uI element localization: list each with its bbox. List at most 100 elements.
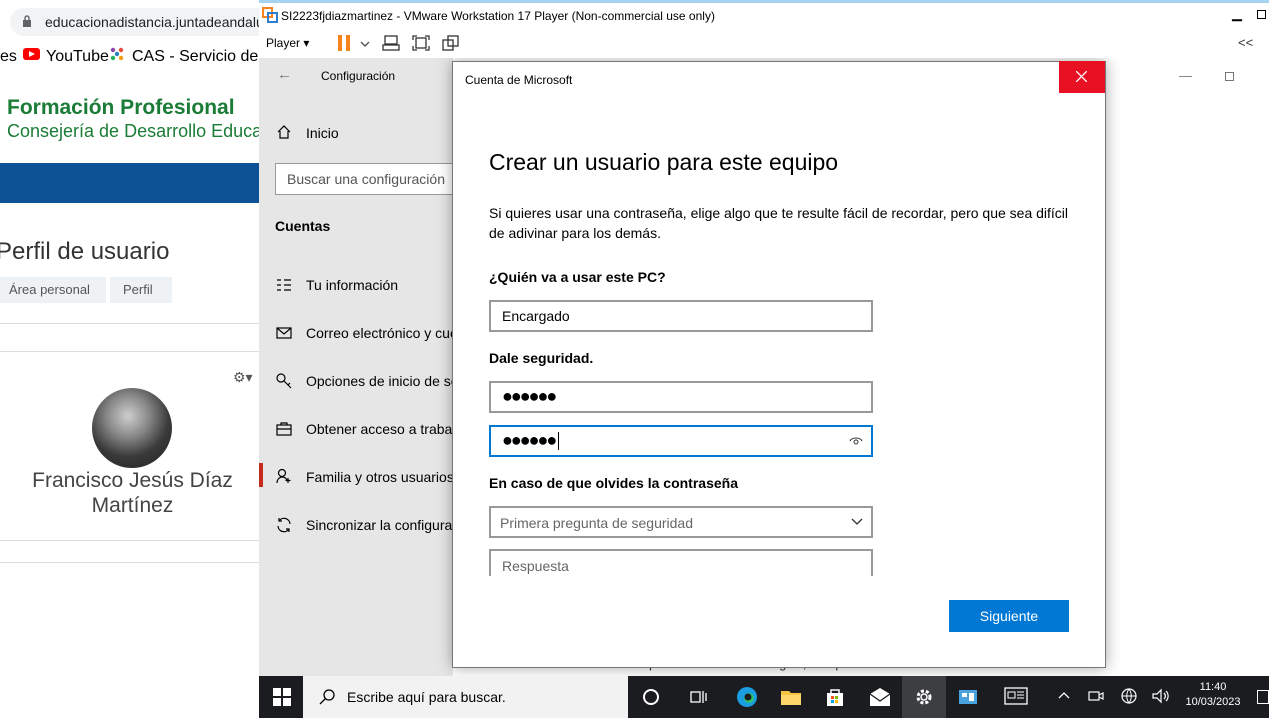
clock[interactable]: 11:40 10/03/2023 bbox=[1183, 680, 1243, 710]
search-icon bbox=[319, 689, 335, 705]
chevron-up-icon[interactable] bbox=[1058, 690, 1070, 700]
settings-gear-icon[interactable]: ⚙▾ bbox=[233, 369, 253, 386]
breadcrumb-item[interactable]: Área personal bbox=[0, 277, 106, 303]
explorer-app[interactable] bbox=[769, 676, 813, 718]
breadcrumb-item[interactable]: Perfil bbox=[110, 277, 172, 303]
username-value: Encargado bbox=[502, 308, 570, 324]
task-view-icon bbox=[690, 691, 707, 703]
unity-icon[interactable] bbox=[442, 35, 460, 51]
store-app[interactable] bbox=[813, 676, 857, 718]
page-title: Perfil de usuario bbox=[0, 238, 170, 265]
settings-minimize-button[interactable]: — bbox=[1179, 68, 1192, 83]
clock-date: 10/03/2023 bbox=[1185, 696, 1241, 708]
next-button[interactable]: Siguiente bbox=[949, 600, 1069, 632]
settings-app[interactable] bbox=[902, 676, 946, 718]
dialog-heading: Crear un usuario para este equipo bbox=[489, 149, 839, 175]
divider bbox=[0, 323, 259, 324]
clock-time: 11:40 bbox=[1199, 681, 1227, 693]
sidebar-item-your-info[interactable]: Tu información bbox=[306, 277, 398, 293]
store-icon bbox=[827, 689, 843, 706]
cortana-icon bbox=[643, 689, 659, 705]
taskbar-search-text: Escribe aquí para buscar. bbox=[347, 689, 506, 705]
volume-icon[interactable] bbox=[1152, 688, 1170, 704]
gear-icon bbox=[916, 689, 932, 705]
mail-app[interactable] bbox=[858, 676, 902, 718]
active-indicator bbox=[259, 463, 263, 487]
sidebar-item-family[interactable]: Familia y otros usuarios bbox=[306, 469, 454, 485]
close-icon bbox=[1076, 71, 1087, 82]
security-question-placeholder: Primera pregunta de seguridad bbox=[500, 515, 694, 531]
youtube-icon bbox=[23, 48, 40, 60]
host-browser: educacionadistancia.juntadeandalucia.es … bbox=[0, 0, 259, 718]
lock-icon bbox=[23, 15, 31, 27]
password-field[interactable]: ●●●●●● bbox=[489, 381, 873, 413]
back-arrow-icon[interactable]: ← bbox=[277, 66, 292, 83]
site-title[interactable]: Formación Profesional bbox=[7, 96, 235, 120]
mail-icon bbox=[276, 327, 292, 339]
control-panel-icon bbox=[959, 690, 977, 704]
section-heading: Cuentas bbox=[275, 218, 331, 234]
task-view-app[interactable] bbox=[676, 676, 720, 718]
vmware-toolbar bbox=[259, 30, 1269, 58]
notification-icon[interactable] bbox=[1257, 690, 1269, 704]
vmware-title: SI2223fjdiazmartinez - VMware Workstatio… bbox=[281, 9, 715, 23]
dialog-description: Si quieres usar una contraseña, elige al… bbox=[489, 205, 1069, 241]
dialog-title: Cuenta de Microsoft bbox=[465, 73, 573, 87]
task-view-button[interactable] bbox=[629, 676, 673, 718]
url-text[interactable]: educacionadistancia.juntadeandalucia.es bbox=[45, 14, 259, 30]
reveal-password-icon[interactable] bbox=[849, 435, 863, 447]
divider bbox=[0, 351, 259, 352]
vmware-logo-icon bbox=[262, 7, 278, 23]
player-label: Player bbox=[266, 36, 301, 50]
collapse-toolbar-icon[interactable]: << bbox=[1238, 35, 1253, 50]
edge-icon bbox=[737, 687, 757, 707]
recovery-label: En caso de que olvides la contraseña bbox=[489, 475, 738, 491]
divider bbox=[0, 562, 259, 563]
security-question-select[interactable]: Primera pregunta de seguridad bbox=[489, 506, 873, 538]
bookmark-cas[interactable]: CAS - Servicio de A... bbox=[132, 48, 259, 66]
who-label: ¿Quién va a usar este PC? bbox=[489, 269, 666, 285]
home-icon bbox=[277, 125, 291, 139]
divider bbox=[0, 540, 259, 541]
maximize-button[interactable] bbox=[1257, 10, 1266, 19]
send-ctrl-alt-del-icon[interactable] bbox=[382, 35, 400, 51]
close-button[interactable] bbox=[1059, 61, 1105, 93]
settings-home[interactable]: Inicio bbox=[306, 125, 339, 141]
confirm-password-field[interactable]: ●●●●●● bbox=[489, 425, 873, 457]
edge-app[interactable] bbox=[725, 676, 769, 718]
cas-icon bbox=[110, 47, 124, 61]
news-widget-icon[interactable] bbox=[1004, 687, 1028, 705]
username-field[interactable]: Encargado bbox=[489, 300, 873, 332]
minimize-button[interactable]: ▁ bbox=[1232, 6, 1242, 22]
control-panel-app[interactable] bbox=[946, 676, 990, 718]
site-navbar bbox=[0, 163, 259, 203]
scroll-clip bbox=[489, 576, 879, 600]
chevron-down-icon[interactable] bbox=[360, 35, 370, 51]
network-icon[interactable] bbox=[1121, 688, 1137, 704]
settings-search-placeholder: Buscar una configuración bbox=[287, 171, 445, 187]
folder-icon bbox=[781, 691, 801, 705]
settings-maximize-button[interactable] bbox=[1225, 72, 1234, 81]
bookmark-youtube[interactable]: YouTube bbox=[46, 48, 109, 66]
answer-placeholder: Respuesta bbox=[502, 558, 569, 574]
password-mask: ●●●●●● bbox=[502, 386, 557, 406]
briefcase-icon bbox=[276, 422, 292, 436]
user-info-icon bbox=[277, 279, 291, 291]
avatar bbox=[92, 388, 172, 468]
mail-icon bbox=[869, 688, 891, 706]
settings-sidebar: ← Configuración Inicio Buscar una config… bbox=[259, 58, 527, 676]
fullscreen-icon[interactable] bbox=[412, 35, 430, 51]
chevron-down-icon bbox=[851, 518, 863, 525]
confirm-password-mask: ●●●●●● bbox=[502, 430, 560, 451]
add-person-icon bbox=[276, 468, 291, 484]
pause-icon[interactable] bbox=[338, 35, 352, 51]
security-label: Dale seguridad. bbox=[489, 350, 594, 366]
windows-start-icon[interactable] bbox=[273, 688, 291, 706]
sync-icon bbox=[277, 517, 291, 533]
meet-now-icon[interactable] bbox=[1088, 688, 1104, 704]
bookmark-es[interactable]: es bbox=[0, 48, 17, 66]
site-subtitle: Consejería de Desarrollo Educativo bbox=[7, 121, 259, 141]
guest-screen: ← Configuración Inicio Buscar una config… bbox=[259, 58, 1269, 676]
player-menu-button[interactable]: Player ▾ bbox=[266, 36, 309, 50]
user-name: Francisco Jesús Díaz Martínez bbox=[32, 469, 233, 517]
